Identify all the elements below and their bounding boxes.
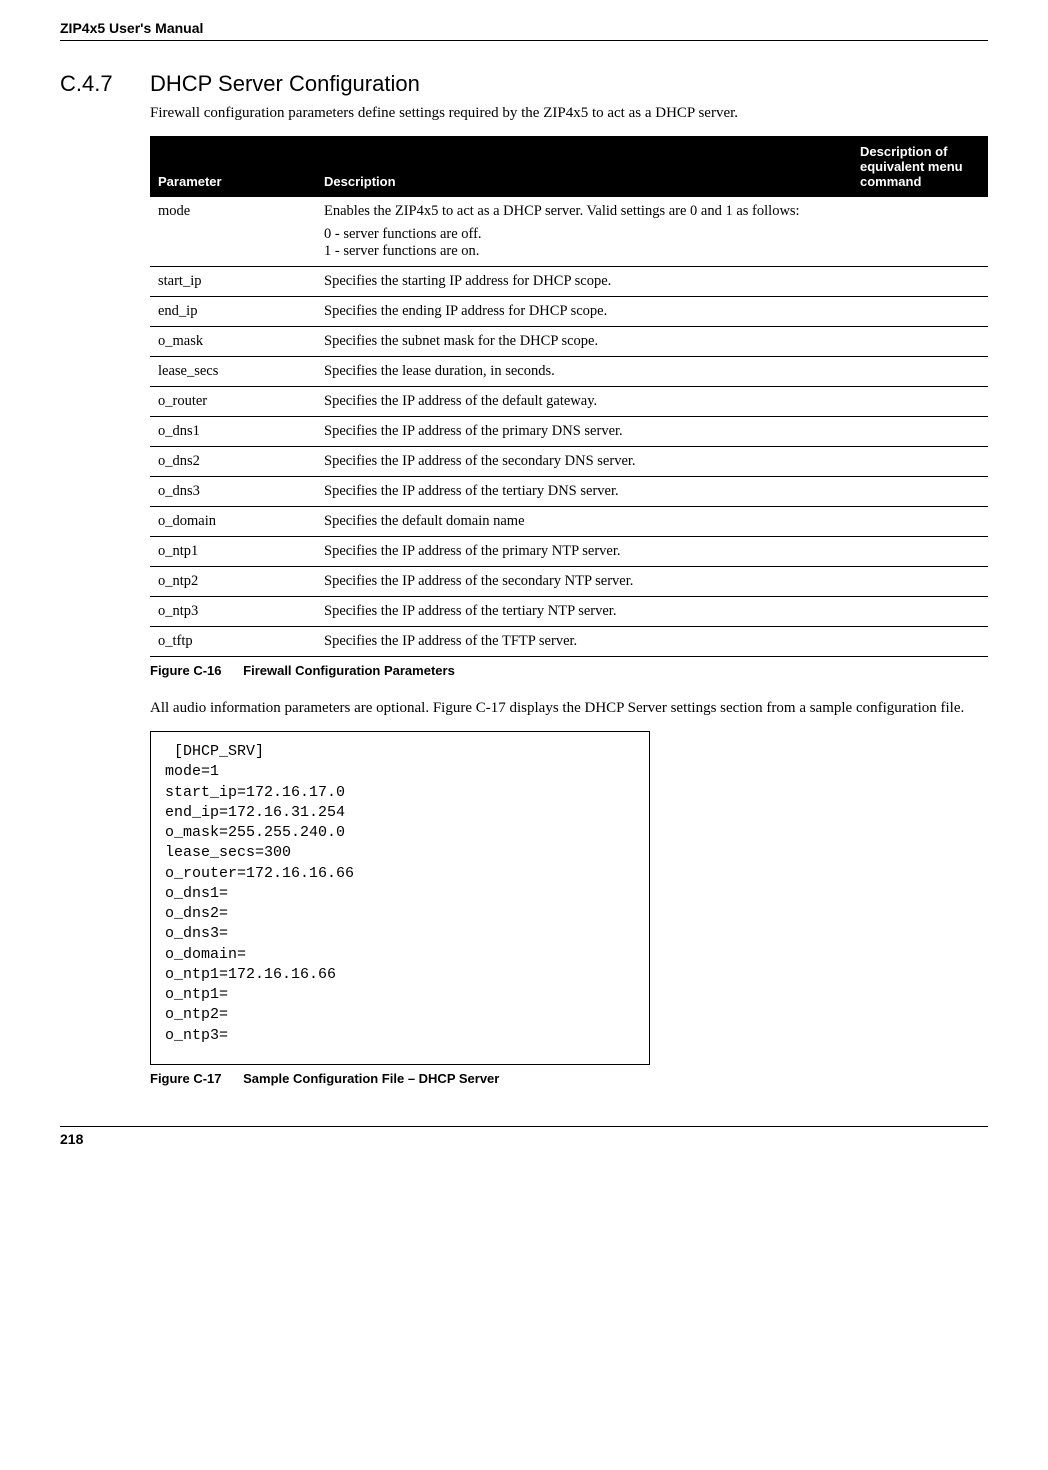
cell-param: o_dns1 <box>150 417 316 447</box>
table-row: o_dns1 Specifies the IP address of the p… <box>150 417 988 447</box>
cell-desc: Specifies the IP address of the secondar… <box>316 447 852 477</box>
cell-equiv <box>852 327 988 357</box>
cell-equiv <box>852 477 988 507</box>
figure-text: Sample Configuration File – DHCP Server <box>243 1071 499 1086</box>
table-row: o_ntp3 Specifies the IP address of the t… <box>150 597 988 627</box>
cell-desc: Specifies the default domain name <box>316 507 852 537</box>
cell-desc-line: Enables the ZIP4x5 to act as a DHCP serv… <box>324 203 844 220</box>
cell-param: o_dns2 <box>150 447 316 477</box>
cell-param: lease_secs <box>150 357 316 387</box>
cell-desc: Specifies the IP address of the tertiary… <box>316 597 852 627</box>
figure-caption-17: Figure C-17 Sample Configuration File – … <box>150 1071 988 1086</box>
table-row: o_dns3 Specifies the IP address of the t… <box>150 477 988 507</box>
cell-desc: Specifies the IP address of the default … <box>316 387 852 417</box>
cell-param: mode <box>150 197 316 267</box>
cell-desc: Specifies the IP address of the primary … <box>316 537 852 567</box>
table-row: start_ip Specifies the starting IP addre… <box>150 267 988 297</box>
col-header-parameter: Parameter <box>150 136 316 197</box>
cell-desc: Enables the ZIP4x5 to act as a DHCP serv… <box>316 197 852 267</box>
doc-header: ZIP4x5 User's Manual <box>60 20 988 41</box>
col-header-description: Description <box>316 136 852 197</box>
cell-param: o_domain <box>150 507 316 537</box>
section-title: DHCP Server Configuration <box>150 71 420 97</box>
cell-param: o_dns3 <box>150 477 316 507</box>
cell-equiv <box>852 417 988 447</box>
table-row: lease_secs Specifies the lease duration,… <box>150 357 988 387</box>
cell-equiv <box>852 357 988 387</box>
table-row: o_mask Specifies the subnet mask for the… <box>150 327 988 357</box>
cell-equiv <box>852 447 988 477</box>
cell-param: o_tftp <box>150 627 316 657</box>
cell-equiv <box>852 297 988 327</box>
cell-param: o_ntp1 <box>150 537 316 567</box>
cell-equiv <box>852 197 988 267</box>
cell-desc: Specifies the IP address of the tertiary… <box>316 477 852 507</box>
table-row: end_ip Specifies the ending IP address f… <box>150 297 988 327</box>
cell-param: o_ntp3 <box>150 597 316 627</box>
code-sample-box: [DHCP_SRV] mode=1 start_ip=172.16.17.0 e… <box>150 731 650 1065</box>
intro-paragraph: Firewall configuration parameters define… <box>150 105 988 122</box>
cell-desc: Specifies the IP address of the secondar… <box>316 567 852 597</box>
page-number: 218 <box>60 1126 988 1147</box>
cell-param: start_ip <box>150 267 316 297</box>
section-number: C.4.7 <box>60 71 150 97</box>
table-row: o_ntp1 Specifies the IP address of the p… <box>150 537 988 567</box>
cell-desc-line: 0 - server functions are off. <box>324 226 844 243</box>
figure-label: Figure C-16 <box>150 663 222 678</box>
cell-equiv <box>852 387 988 417</box>
cell-desc: Specifies the IP address of the primary … <box>316 417 852 447</box>
cell-equiv <box>852 567 988 597</box>
table-row: o_router Specifies the IP address of the… <box>150 387 988 417</box>
paragraph-after-table: All audio information parameters are opt… <box>150 700 988 717</box>
table-row: mode Enables the ZIP4x5 to act as a DHCP… <box>150 197 988 267</box>
cell-param: o_mask <box>150 327 316 357</box>
cell-param: o_router <box>150 387 316 417</box>
figure-text: Firewall Configuration Parameters <box>243 663 455 678</box>
table-row: o_ntp2 Specifies the IP address of the s… <box>150 567 988 597</box>
cell-equiv <box>852 627 988 657</box>
cell-param: o_ntp2 <box>150 567 316 597</box>
cell-desc-line: 1 - server functions are on. <box>324 243 844 260</box>
cell-desc: Specifies the IP address of the TFTP ser… <box>316 627 852 657</box>
cell-param: end_ip <box>150 297 316 327</box>
cell-equiv <box>852 267 988 297</box>
cell-desc: Specifies the starting IP address for DH… <box>316 267 852 297</box>
cell-equiv <box>852 597 988 627</box>
table-row: o_dns2 Specifies the IP address of the s… <box>150 447 988 477</box>
cell-desc: Specifies the subnet mask for the DHCP s… <box>316 327 852 357</box>
cell-desc: Specifies the ending IP address for DHCP… <box>316 297 852 327</box>
table-row: o_tftp Specifies the IP address of the T… <box>150 627 988 657</box>
cell-desc: Specifies the lease duration, in seconds… <box>316 357 852 387</box>
figure-caption-16: Figure C-16 Firewall Configuration Param… <box>150 663 988 678</box>
cell-equiv <box>852 537 988 567</box>
table-row: o_domain Specifies the default domain na… <box>150 507 988 537</box>
parameter-table: Parameter Description Description of equ… <box>150 136 988 657</box>
cell-equiv <box>852 507 988 537</box>
figure-label: Figure C-17 <box>150 1071 222 1086</box>
col-header-equivalent: Description of equivalent menu command <box>852 136 988 197</box>
